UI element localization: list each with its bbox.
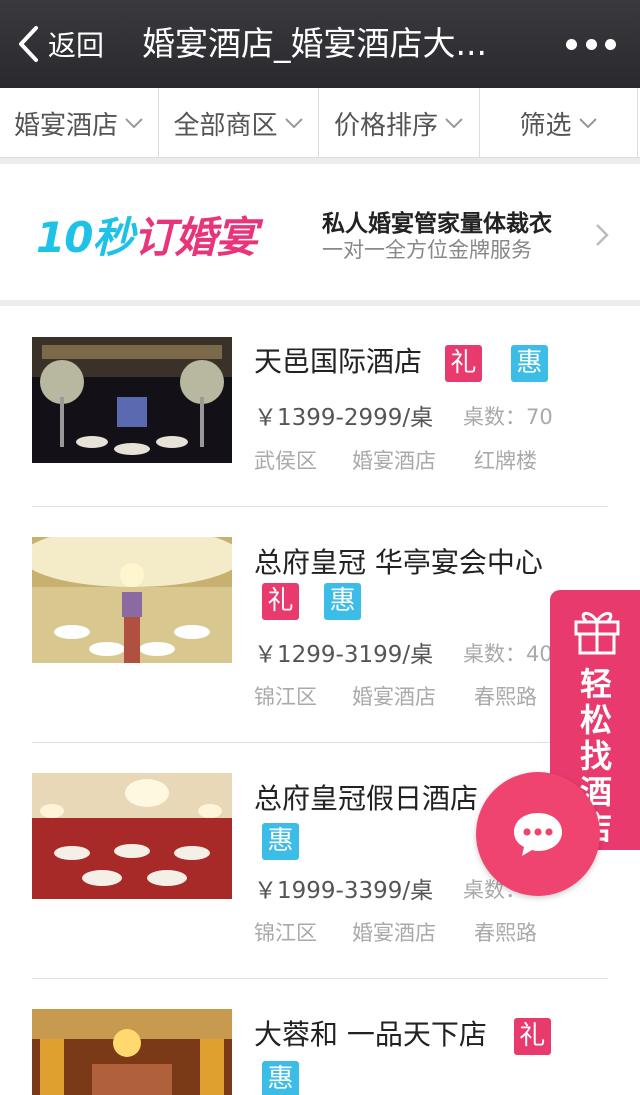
hotel-name-row: 天邑国际酒店 礼 惠 xyxy=(254,340,548,382)
hotel-price: ￥1299-3199/桌 xyxy=(254,642,434,668)
hotel-thumbnail xyxy=(32,537,232,663)
chevron-down-icon xyxy=(284,118,303,129)
hotel-tags: 惠 xyxy=(262,823,299,860)
chevron-right-icon xyxy=(596,224,609,246)
filter-price-sort[interactable]: 价格排序 xyxy=(319,88,480,158)
chat-button[interactable] xyxy=(476,772,600,896)
promo-banner[interactable]: 10秒订婚宴 私人婚宴管家量体裁衣 一对一全方位金牌服务 xyxy=(0,164,640,300)
hotel-price: ￥1999-3399/桌 xyxy=(254,878,434,904)
hotel-name: 天邑国际酒店 xyxy=(254,345,423,378)
top-bar: 返回 婚宴酒店_婚宴酒店大... xyxy=(0,0,640,88)
filter-label: 筛选 xyxy=(519,110,572,141)
hotel-price: ￥1399-2999/桌 xyxy=(254,405,434,431)
hotel-list-item[interactable]: 天邑国际酒店 礼 惠 ￥1399-2999/桌 桌数：70 武侯区 婚宴酒店 红… xyxy=(0,306,640,506)
hotel-category: 婚宴酒店 xyxy=(352,449,436,473)
hotel-category: 婚宴酒店 xyxy=(352,921,436,945)
filter-bar: 婚宴酒店 全部商区 价格排序 筛选 xyxy=(0,88,640,158)
hotel-list-item[interactable]: 总府皇冠 华亭宴会中心 礼 惠 ￥1299-3199/桌 桌数：40 锦江区 婚… xyxy=(0,507,640,742)
more-menu-button[interactable] xyxy=(566,30,616,58)
hotel-name-row: 大蓉和 一品天下店 礼 xyxy=(254,1013,551,1055)
discount-tag: 惠 xyxy=(510,344,548,382)
hotel-tags: 礼 惠 xyxy=(262,583,362,620)
logo-main-text: 10秒 xyxy=(36,213,134,262)
banner-subline: 一对一全方位金牌服务 xyxy=(322,238,532,262)
dot-icon xyxy=(585,38,597,50)
hotel-list-item[interactable]: 大蓉和 一品天下店 礼 惠 xyxy=(0,979,640,1095)
hotel-thumbnail xyxy=(32,337,232,463)
banner-logo: 10秒订婚宴 xyxy=(36,204,257,265)
filter-category[interactable]: 婚宴酒店 xyxy=(0,88,159,158)
gift-tag: 礼 xyxy=(444,344,482,382)
chevron-down-icon xyxy=(125,118,143,129)
dot-icon xyxy=(605,38,616,50)
filter-label: 婚宴酒店 xyxy=(13,110,118,141)
gift-icon xyxy=(574,611,620,655)
hotel-thumbnail xyxy=(32,1009,232,1095)
hotel-district: 锦江区 xyxy=(254,685,317,709)
logo-accent-text: 订婚宴 xyxy=(133,213,257,262)
hotel-name: 总府皇冠 华亭宴会中心 xyxy=(254,546,543,579)
hotel-district: 武侯区 xyxy=(254,449,317,473)
filter-label: 全部商区 xyxy=(173,110,278,141)
hotel-tags: 惠 xyxy=(262,1061,299,1095)
hotel-area: 春熙路 xyxy=(474,685,537,709)
filter-business-area[interactable]: 全部商区 xyxy=(159,88,319,158)
hotel-area: 红牌楼 xyxy=(474,449,537,473)
discount-tag: 惠 xyxy=(324,583,362,620)
hotel-area: 春熙路 xyxy=(474,921,537,945)
gift-tag: 礼 xyxy=(262,583,299,620)
gift-tag: 礼 xyxy=(513,1017,551,1055)
filter-label: 价格排序 xyxy=(333,110,438,141)
hotel-name: 总府皇冠假日酒店 xyxy=(254,782,479,815)
hotel-table-count: 桌数：40 xyxy=(463,642,553,666)
hotel-name: 大蓉和 一品天下店 xyxy=(254,1018,487,1051)
app-root: 返回 婚宴酒店_婚宴酒店大... 婚宴酒店 全部商区 价格排序 筛选 10秒订婚… xyxy=(0,0,640,1095)
hotel-category: 婚宴酒店 xyxy=(352,685,436,709)
hotel-table-count: 桌数：70 xyxy=(463,405,553,429)
filter-screen[interactable]: 筛选 xyxy=(480,88,638,158)
hotel-district: 锦江区 xyxy=(254,921,317,945)
page-title: 婚宴酒店_婚宴酒店大... xyxy=(142,24,487,63)
chevron-down-icon xyxy=(578,118,597,129)
chevron-left-icon xyxy=(19,26,38,62)
dot-icon xyxy=(566,38,577,50)
back-label: 返回 xyxy=(48,29,105,62)
chevron-down-icon xyxy=(445,118,463,129)
discount-tag: 惠 xyxy=(262,823,299,860)
banner-headline: 私人婚宴管家量体裁衣 xyxy=(322,211,552,237)
back-button[interactable]: 返回 xyxy=(16,22,104,66)
chat-bubble-icon xyxy=(514,813,562,856)
discount-tag: 惠 xyxy=(262,1061,299,1095)
hotel-thumbnail xyxy=(32,773,232,899)
